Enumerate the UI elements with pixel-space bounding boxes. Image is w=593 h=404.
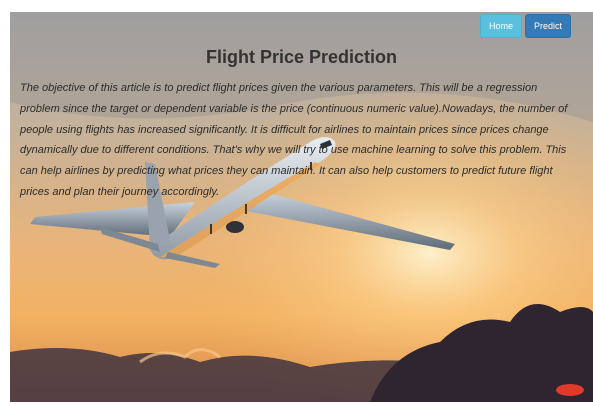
page-container: Home Predict Flight Price Prediction The… <box>10 12 593 402</box>
top-nav: Home Predict <box>479 14 571 38</box>
predict-button[interactable]: Predict <box>524 14 571 38</box>
page-title: Flight Price Prediction <box>205 47 398 67</box>
airplane-sunset-image <box>10 12 593 402</box>
description-text: The objective of this article is to pred… <box>20 82 568 198</box>
home-button[interactable]: Home <box>479 14 522 38</box>
